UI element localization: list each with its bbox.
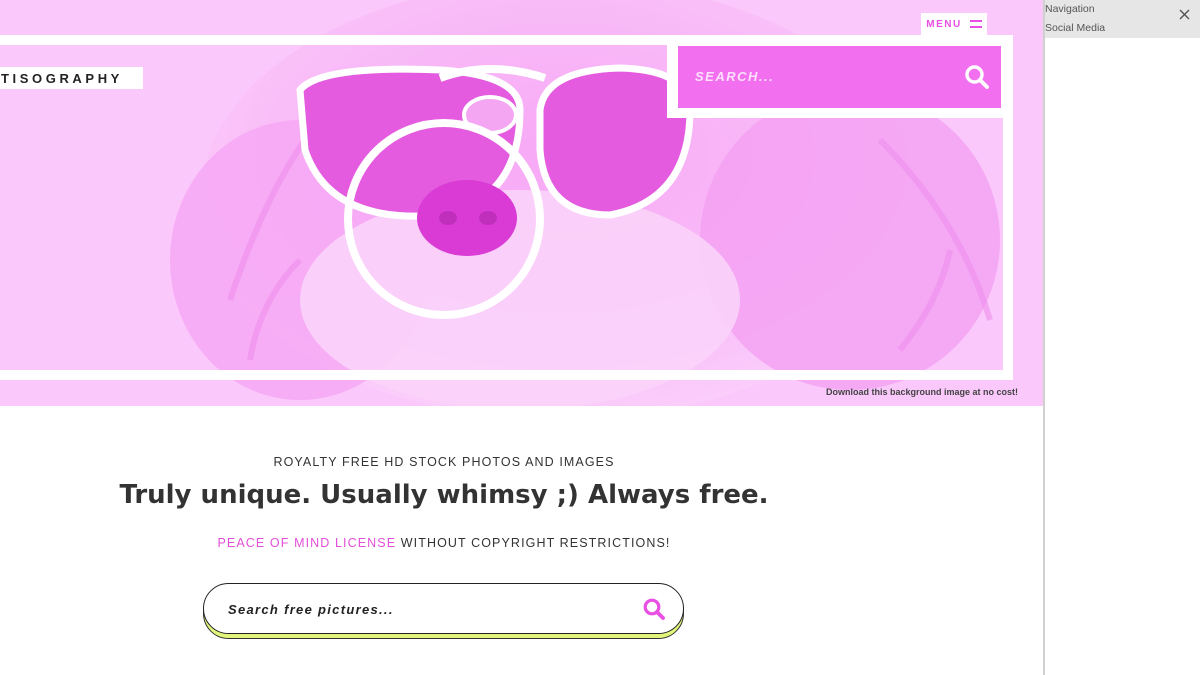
main-search-input[interactable]	[228, 599, 608, 619]
site-logo[interactable]: TISOGRAPHY	[0, 67, 143, 89]
side-panel: Navigation Social Media	[1045, 0, 1200, 675]
search-icon[interactable]	[964, 64, 990, 90]
page: MENU TISOGRAPHY Download this background…	[0, 0, 1044, 675]
license-suffix: WITHOUT COPYRIGHT RESTRICTIONS!	[396, 536, 671, 550]
hero-search-box	[678, 46, 1001, 108]
menu-button[interactable]: MENU	[921, 13, 987, 35]
license-link[interactable]: PEACE OF MIND LICENSE	[217, 536, 396, 550]
hero-banner: MENU TISOGRAPHY Download this background…	[0, 0, 1044, 406]
menu-label: MENU	[926, 18, 962, 30]
side-item-navigation[interactable]: Navigation	[1045, 3, 1095, 15]
background-download-link[interactable]: Download this background image at no cos…	[826, 387, 1018, 397]
headline: Truly unique. Usually whimsy ;) Always f…	[119, 480, 769, 510]
main-search-box	[203, 583, 684, 634]
tagline: ROYALTY FREE HD STOCK PHOTOS AND IMAGES	[273, 455, 615, 469]
logo-text: TISOGRAPHY	[1, 70, 123, 86]
side-item-social-media[interactable]: Social Media	[1045, 22, 1105, 34]
search-icon[interactable]	[642, 597, 666, 621]
license-line: PEACE OF MIND LICENSE WITHOUT COPYRIGHT …	[0, 536, 888, 550]
hamburger-icon	[969, 20, 982, 28]
hero-search-input[interactable]	[695, 66, 945, 86]
close-icon[interactable]	[1178, 8, 1191, 21]
